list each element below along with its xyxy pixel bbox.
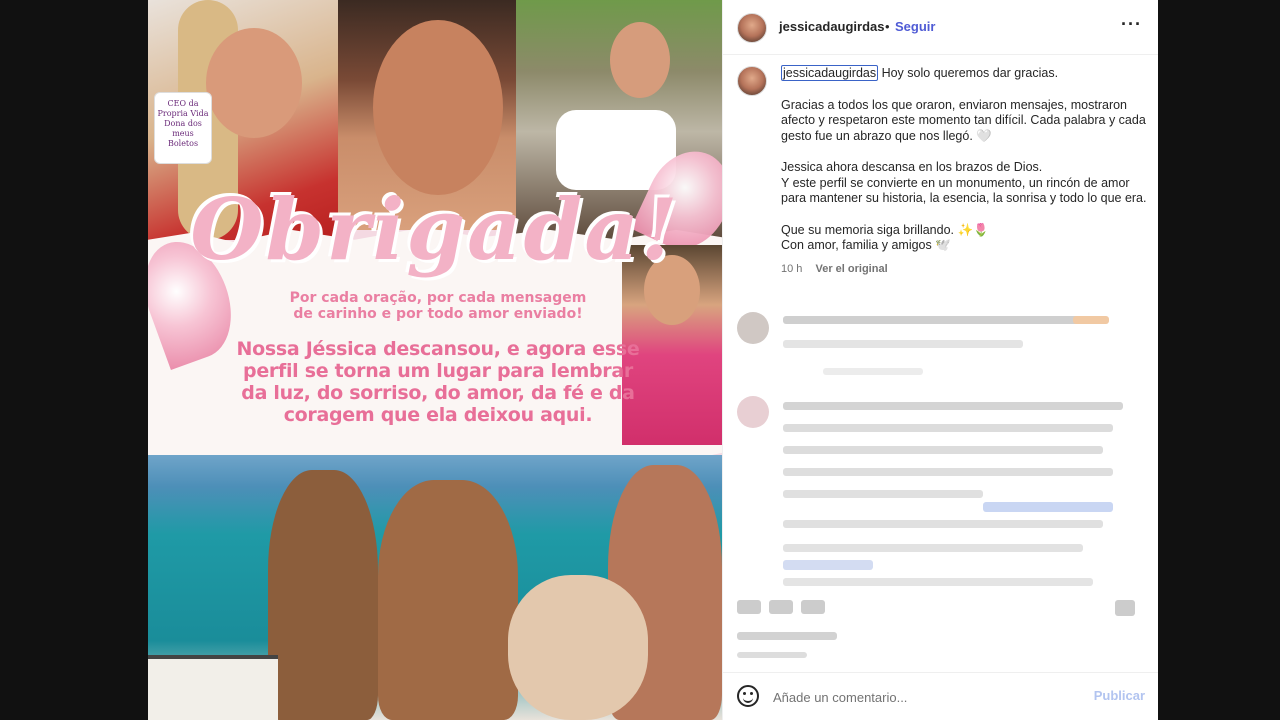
goat-photo	[508, 575, 648, 720]
caption-paragraph-3: Que su memoria siga brillando. ✨🌷 Con am…	[781, 222, 989, 253]
person-center	[378, 480, 518, 720]
see-original-link[interactable]: Ver el original	[815, 263, 887, 275]
caption-paragraph-1: Gracias a todos los que oraron, enviaron…	[781, 97, 1146, 143]
post-image[interactable]: CEO da Propria Vida Dona dos meus Boleto…	[148, 0, 722, 720]
image-subtitle: Por cada oração, por cada mensagem de ca…	[289, 290, 587, 322]
post-header: jessicadaugirdas • Seguir ···	[723, 0, 1158, 55]
image-message: Nossa Jéssica descansou, e agora esse pe…	[236, 338, 640, 426]
mug-text: CEO da Propria Vida Dona dos meus Boleto…	[154, 92, 212, 164]
post-side-panel: jessicadaugirdas • Seguir ··· jessicadau…	[722, 0, 1158, 720]
more-options-icon[interactable]: ···	[1121, 14, 1142, 35]
comment-bar: Publicar	[723, 672, 1158, 720]
header-username[interactable]: jessicadaugirdas	[779, 19, 885, 34]
publish-button[interactable]: Publicar	[1094, 688, 1145, 703]
emoji-icon[interactable]	[737, 685, 759, 707]
avatar[interactable]	[737, 13, 767, 43]
post-caption: jessicadaugirdas Hoy solo queremos dar g…	[737, 65, 1147, 275]
person-left	[268, 470, 378, 720]
boat	[148, 655, 278, 720]
caption-first-line: Hoy solo queremos dar gracias.	[878, 66, 1059, 80]
instagram-post: CEO da Propria Vida Dona dos meus Boleto…	[148, 0, 1158, 720]
caption-username[interactable]: jessicadaugirdas	[781, 65, 879, 81]
image-title: Obrigada!	[190, 180, 680, 279]
post-time: 10 h	[781, 262, 803, 275]
separator-dot: •	[885, 19, 890, 34]
caption-paragraph-2: Jessica ahora descansa en los brazos de …	[781, 160, 1147, 205]
comment-input[interactable]	[771, 685, 1075, 709]
avatar[interactable]	[737, 66, 767, 96]
follow-button[interactable]: Seguir	[895, 19, 935, 34]
